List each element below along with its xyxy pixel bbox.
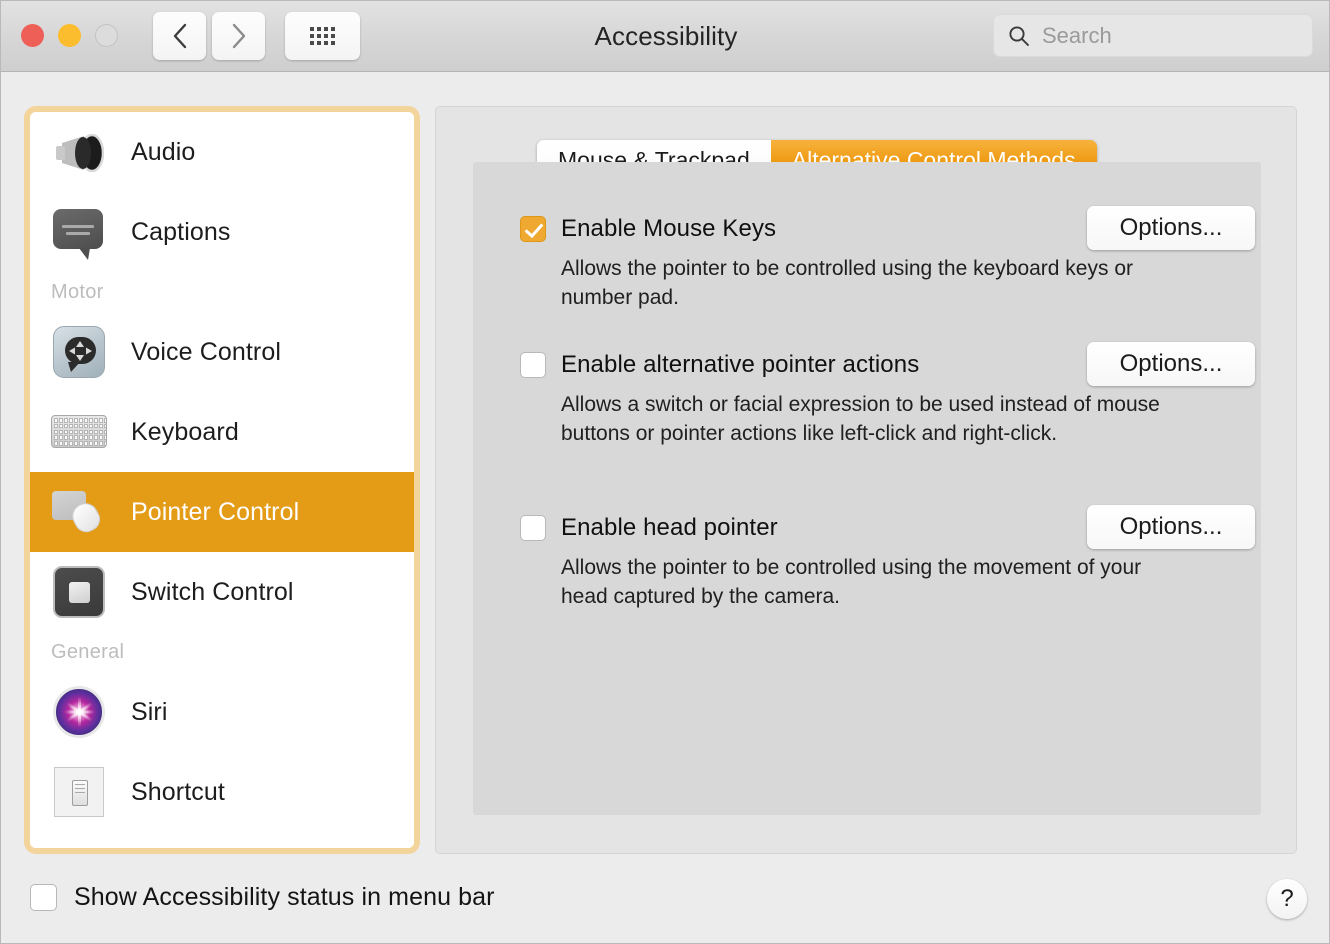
sidebar-item-siri[interactable]: Siri	[30, 672, 414, 752]
option-enable-alternative-pointer-actions: Enable alternative pointer actions Optio…	[520, 342, 1255, 448]
enable-mouse-keys-checkbox[interactable]	[520, 216, 546, 242]
caption-bubble-icon	[50, 203, 108, 261]
sidebar-item-audio[interactable]: Audio	[30, 112, 414, 192]
option-header: Enable alternative pointer actions Optio…	[520, 342, 1255, 386]
sidebar-item-label: Keyboard	[131, 417, 239, 446]
show-accessibility-status-row[interactable]: Show Accessibility status in menu bar	[30, 883, 495, 912]
option-enable-head-pointer: Enable head pointer Options... Allows th…	[520, 505, 1255, 611]
tab-content-panel: Enable Mouse Keys Options... Allows the …	[473, 162, 1261, 815]
sidebar-item-captions[interactable]: Captions	[30, 192, 414, 272]
sidebar-item-voice-control[interactable]: Voice Control	[30, 312, 414, 392]
shortcut-icon	[50, 763, 108, 821]
option-header: Enable Mouse Keys Options...	[520, 206, 1255, 250]
speaker-icon	[50, 123, 108, 181]
sidebar-item-label: Shortcut	[131, 777, 225, 806]
sidebar-group-general: General	[51, 641, 125, 663]
accessibility-preferences-window: Accessibility Search Audio Captions Moto…	[0, 0, 1330, 944]
sidebar-list[interactable]: Audio Captions Motor Voice Control Keybo…	[30, 112, 414, 848]
mouse-keys-options-button[interactable]: Options...	[1087, 206, 1255, 250]
titlebar: Accessibility Search	[1, 1, 1329, 72]
siri-icon	[50, 683, 108, 741]
main-content-pane: Mouse & Trackpad Alternative Control Met…	[435, 106, 1297, 854]
option-description: Allows the pointer to be controlled usin…	[561, 556, 1142, 608]
option-description: Allows a switch or facial expression to …	[561, 393, 1160, 445]
option-description: Allows the pointer to be controlled usin…	[561, 257, 1133, 309]
sidebar-item-label: Audio	[131, 137, 196, 166]
voice-arrows-icon	[69, 341, 92, 361]
search-icon	[1009, 25, 1029, 46]
help-button[interactable]: ?	[1267, 879, 1307, 919]
keyboard-icon	[50, 403, 108, 461]
sidebar-group-motor: Motor	[51, 281, 104, 303]
sidebar-item-label: Siri	[131, 697, 168, 726]
sidebar-item-keyboard[interactable]: Keyboard	[30, 392, 414, 472]
sidebar: Audio Captions Motor Voice Control Keybo…	[24, 106, 420, 854]
search-placeholder: Search	[1042, 22, 1112, 48]
head-pointer-options-button[interactable]: Options...	[1087, 505, 1255, 549]
sidebar-item-label: Captions	[131, 217, 231, 246]
option-header: Enable head pointer Options...	[520, 505, 1255, 549]
sidebar-item-label: Pointer Control	[131, 497, 300, 526]
search-field[interactable]: Search	[993, 14, 1313, 57]
enable-head-pointer-checkbox[interactable]	[520, 515, 546, 541]
show-accessibility-status-label: Show Accessibility status in menu bar	[74, 883, 495, 911]
voice-control-icon	[50, 323, 108, 381]
sidebar-item-shortcut[interactable]: Shortcut	[30, 752, 414, 832]
pointer-control-icon	[50, 483, 108, 541]
show-accessibility-status-checkbox[interactable]	[30, 884, 57, 911]
option-title: Enable alternative pointer actions	[561, 351, 920, 378]
option-title: Enable Mouse Keys	[561, 215, 777, 242]
sidebar-item-switch-control[interactable]: Switch Control	[30, 552, 414, 632]
option-title: Enable head pointer	[561, 514, 778, 541]
option-enable-mouse-keys: Enable Mouse Keys Options... Allows the …	[520, 206, 1255, 312]
alternative-pointer-options-button[interactable]: Options...	[1087, 342, 1255, 386]
sidebar-item-label: Switch Control	[131, 577, 294, 606]
sidebar-item-pointer-control[interactable]: Pointer Control	[30, 472, 414, 552]
switch-control-icon	[50, 563, 108, 621]
sidebar-item-label: Voice Control	[131, 337, 281, 366]
speaker-icon-art	[56, 134, 104, 172]
enable-alternative-pointer-actions-checkbox[interactable]	[520, 352, 546, 378]
